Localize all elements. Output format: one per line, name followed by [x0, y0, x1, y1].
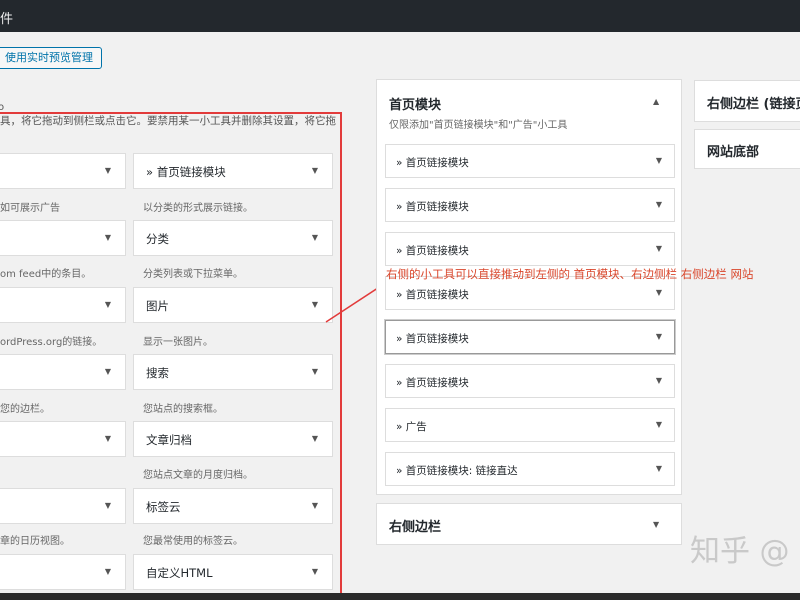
caret-down-icon: ▼ [104, 233, 111, 242]
area-widget-item[interactable]: » 首页链接模块 ▼ [385, 144, 675, 178]
area-widget-item[interactable]: » 首页链接模块: 链接直达 ▼ [385, 452, 675, 486]
widget-description: 您站点文章的月度归档。 [143, 470, 253, 481]
caret-down-icon: ▼ [104, 567, 111, 576]
widget-description: 分类列表或下拉菜单。 [143, 269, 243, 280]
caret-down-icon: ▼ [104, 434, 111, 443]
widget-card[interactable]: ▼ [0, 421, 126, 457]
caret-down-icon: ▼ [655, 376, 662, 385]
page-title: 件 [0, 12, 14, 27]
widget-description: 章的日历视图。 [0, 536, 70, 547]
caret-down-icon: ▼ [311, 166, 318, 175]
widget-description: 以分类的形式展示链接。 [143, 203, 253, 214]
widget-card-home-link[interactable]: » 首页链接模块 ▼ [133, 153, 333, 189]
widget-card[interactable]: ▼ [0, 287, 126, 323]
widget-description: ordPress.org的链接。 [0, 337, 103, 348]
caret-down-icon: ▼ [655, 156, 662, 165]
widget-card-custom-html[interactable]: 自定义HTML ▼ [133, 554, 333, 590]
annotation-text: 右侧的小工具可以直接推动到左侧的 首页模块、右边侧栏 右侧边栏 网站 [386, 267, 754, 281]
caret-down-icon: ▼ [655, 288, 662, 297]
caret-down-icon: ▼ [655, 464, 662, 473]
widget-card[interactable]: ▼ [0, 220, 126, 256]
widget-description: 您的边栏。 [0, 404, 50, 415]
caret-down-icon: ▼ [104, 300, 111, 309]
caret-down-icon: ▼ [311, 233, 318, 242]
widget-card-archives[interactable]: 文章归档 ▼ [133, 421, 333, 457]
area-widget-item[interactable]: » 首页链接模块 ▼ [385, 232, 675, 266]
widget-card[interactable]: ▼ [0, 488, 126, 524]
admin-top-bar: 件 [0, 0, 800, 32]
caret-down-icon: ▼ [653, 520, 660, 529]
caret-down-icon: ▼ [655, 420, 662, 429]
caret-up-icon[interactable]: ▲ [653, 97, 659, 106]
widget-card-search[interactable]: 搜索 ▼ [133, 354, 333, 390]
caret-down-icon: ▼ [311, 567, 318, 576]
area-description: 仅限添加"首页链接模块"和"广告"小工具 [389, 120, 568, 131]
widget-description: 如可展示广告 [0, 203, 60, 214]
widget-card[interactable]: ▼ [0, 554, 126, 590]
caret-down-icon: ▼ [104, 166, 111, 175]
widget-card-tag-cloud[interactable]: 标签云 ▼ [133, 488, 333, 524]
caret-down-icon: ▼ [311, 501, 318, 510]
caret-down-icon: ▼ [311, 434, 318, 443]
area-widget-item[interactable]: » 首页链接模块 ▼ [385, 364, 675, 398]
right-sidebar-area[interactable]: 右侧边栏 ▼ [376, 503, 682, 545]
caret-down-icon: ▼ [655, 200, 662, 209]
widget-description: 显示一张图片。 [143, 337, 213, 348]
live-preview-button[interactable]: 使用实时预览管理 [0, 47, 102, 69]
caret-down-icon: ▼ [655, 244, 662, 253]
widget-card[interactable]: ▼ [0, 354, 126, 390]
widget-card[interactable]: ▼ [0, 153, 126, 189]
caret-down-icon: ▼ [311, 367, 318, 376]
widget-card-image[interactable]: 图片 ▼ [133, 287, 333, 323]
caret-down-icon: ▼ [104, 367, 111, 376]
taskbar [0, 593, 800, 600]
home-module-area: 首页模块 ▲ 仅限添加"首页链接模块"和"广告"小工具 » 首页链接模块 ▼ »… [376, 79, 682, 495]
caret-down-icon: ▼ [655, 332, 662, 341]
caret-down-icon: ▼ [311, 300, 318, 309]
right-sidebar-links-area[interactable]: 右侧边栏 (链接页 [694, 80, 800, 122]
area-widget-item[interactable]: » 广告 ▼ [385, 408, 675, 442]
site-footer-area[interactable]: 网站底部 [694, 129, 800, 169]
widget-description: om feed中的条目。 [0, 269, 92, 280]
widget-description: 您最常使用的标签云。 [143, 536, 243, 547]
widget-card-categories[interactable]: 分类 ▼ [133, 220, 333, 256]
area-widget-item[interactable]: » 首页链接模块 ▼ [385, 320, 675, 354]
area-title: 首页模块 [389, 98, 442, 113]
area-widget-item[interactable]: » 首页链接模块 ▼ [385, 188, 675, 222]
widget-description: 您站点的搜索框。 [143, 404, 223, 415]
zhihu-watermark: 知乎 @ [690, 534, 790, 569]
caret-down-icon: ▼ [104, 501, 111, 510]
